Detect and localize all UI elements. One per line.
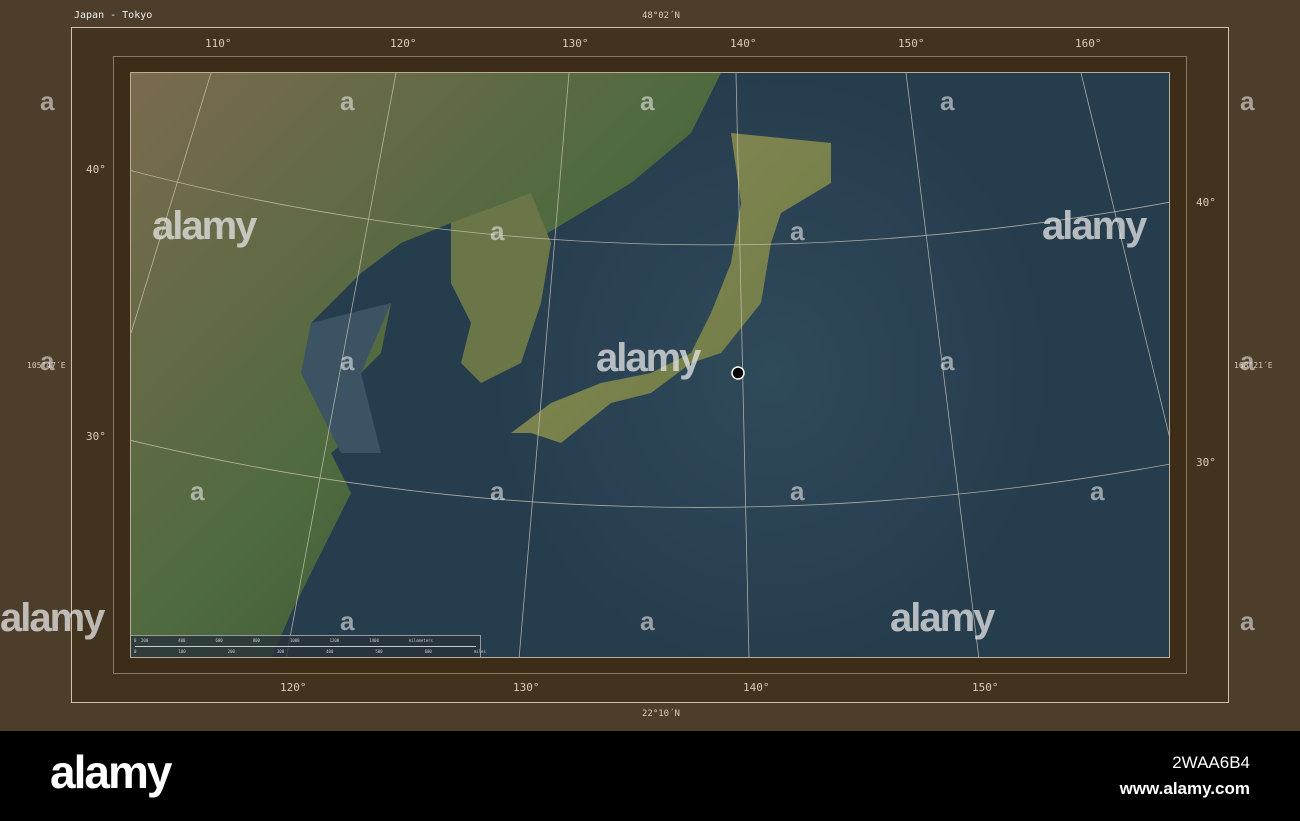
watermark-letter: a [1090, 476, 1105, 506]
alamy-url[interactable]: www.alamy.com [1120, 779, 1250, 799]
map-title: Japan - Tokyo [74, 10, 153, 21]
right-lat-tick: 30° [1196, 456, 1216, 469]
km-tick: 600 [215, 638, 223, 643]
watermark-letter: a [340, 346, 355, 376]
top-lon-tick: 120° [390, 37, 417, 50]
watermark-letter: a [1240, 346, 1255, 376]
watermark-letter: a [490, 216, 505, 246]
km-tick: 400 [178, 638, 186, 643]
watermark-letter: a [940, 346, 955, 376]
watermark-letter: a [340, 606, 355, 636]
mi-tick: 0 [134, 649, 137, 654]
watermark-letter: a [190, 476, 205, 506]
right-lat-tick: 40° [1196, 196, 1216, 209]
km-tick: 200 [141, 638, 149, 643]
image-id: 2WAA6B4 [1172, 753, 1250, 772]
km-tick: 0 [134, 638, 137, 643]
alamy-logo: alamy [50, 746, 172, 798]
km-label: kilometers [408, 638, 433, 643]
watermark-letter: a [790, 216, 805, 246]
top-lon-tick: 110° [205, 37, 232, 50]
mi-tick: 400 [326, 649, 334, 654]
top-lon-tick: 160° [1075, 37, 1102, 50]
left-lat-tick: 30° [86, 430, 106, 443]
watermark-letter: a [790, 476, 805, 506]
watermark-letter: a [640, 606, 655, 636]
watermark: alamy [1042, 204, 1147, 248]
mi-tick: 300 [276, 649, 285, 654]
watermark: alamy [596, 336, 701, 380]
tokyo-marker [731, 366, 745, 380]
mi-tick: 200 [227, 649, 235, 654]
watermark-letter: a [340, 86, 355, 116]
watermark: alamy [152, 204, 257, 248]
watermark: alamy [890, 596, 995, 640]
bottom-lon-tick: 120° [280, 681, 307, 694]
top-lon-tick: 140° [730, 37, 757, 50]
km-tick: 1400 [369, 638, 379, 643]
mi-tick: 500 [375, 649, 383, 654]
watermark-letter: a [640, 86, 655, 116]
mi-tick: 100 [178, 649, 186, 654]
km-tick: 1200 [329, 638, 340, 643]
watermark-letter: a [40, 86, 55, 116]
mi-tick: 600 [424, 649, 432, 654]
scale-bar: 200 400 600 800 1000 1200 1400 kilometers 0 100 2… [131, 635, 486, 657]
mi-label: miles [473, 649, 486, 654]
bottom-lon-tick: 130° [513, 681, 540, 694]
top-lon-tick: 130° [562, 37, 589, 50]
watermark-letter: a [1240, 606, 1255, 636]
watermark-letter: a [40, 346, 55, 376]
km-tick: 1000 [289, 638, 300, 643]
watermark-letter: a [1240, 86, 1255, 116]
stock-banner: alamy 2WAA6B4 www.alamy.com [0, 731, 1300, 821]
top-latitude-label: 48°02´N [642, 11, 680, 21]
bottom-latitude-label: 22°10´N [642, 709, 680, 719]
watermark-letter: a [940, 86, 955, 116]
bottom-lon-tick: 150° [972, 681, 999, 694]
watermark: alamy [0, 596, 105, 640]
left-lat-tick: 40° [86, 163, 106, 176]
bottom-lon-tick: 140° [743, 681, 770, 694]
top-lon-tick: 150° [898, 37, 925, 50]
watermark-letter: a [490, 476, 505, 506]
km-tick: 800 [252, 638, 260, 643]
